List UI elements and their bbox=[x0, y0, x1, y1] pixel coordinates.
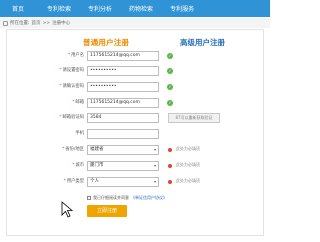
row-password: *请设置密码 •••••••••• ✓ bbox=[0, 66, 270, 76]
nav-home[interactable]: 首页 bbox=[12, 4, 24, 13]
check-icon: ✓ bbox=[167, 100, 173, 106]
phone-input[interactable] bbox=[87, 129, 159, 139]
row-phone: 手机 bbox=[0, 129, 270, 139]
tab-advanced-register[interactable]: 高级用户注册 bbox=[180, 37, 225, 48]
row-username: *用户名 1175615214@qq.com ✓ bbox=[0, 51, 270, 61]
province-label: *省份/地区 bbox=[62, 147, 84, 152]
check-icon: ✓ bbox=[167, 68, 173, 74]
chevron-down-icon: ▾ bbox=[153, 179, 156, 184]
user-type-select[interactable]: 个人 ▾ bbox=[87, 177, 159, 187]
check-icon: ✓ bbox=[167, 84, 173, 90]
check-icon: ✓ bbox=[167, 53, 173, 59]
breadcrumb-current: 注册中心 bbox=[52, 21, 71, 26]
top-nav: 首页 专利检索 专利分析 药物检索 专利服务 bbox=[0, 0, 270, 17]
row-city: *城市 厦门市 ▾ 此处为必填项 bbox=[0, 161, 270, 171]
register-page: 首页 专利检索 专利分析 药物检索 专利服务 所在位置: 首页 >> 注册中心 … bbox=[0, 0, 270, 242]
agree-checkbox[interactable] bbox=[87, 196, 91, 200]
password-confirm-input[interactable]: •••••••••• bbox=[87, 82, 159, 92]
required-dot-icon bbox=[168, 148, 172, 152]
password-confirm-label: *请确认密码 bbox=[59, 84, 84, 89]
province-note: 此处为必填项 bbox=[176, 146, 200, 151]
row-email: *邮箱 1175615214@qq.com ✓ bbox=[0, 98, 270, 108]
password-input[interactable]: •••••••••• bbox=[87, 66, 159, 76]
password-label: *请设置密码 bbox=[59, 68, 84, 73]
tab-normal-register[interactable]: 普通用户注册 bbox=[83, 37, 129, 48]
chevron-down-icon: ▾ bbox=[153, 147, 156, 152]
row-province: *省份/地区 福建省 ▾ 此处为必填项 bbox=[0, 145, 270, 155]
city-note: 此处为必填项 bbox=[176, 162, 200, 167]
email-input[interactable]: 1175615214@qq.com bbox=[87, 98, 159, 108]
nav-drug-search[interactable]: 药物检索 bbox=[129, 4, 153, 13]
agreement: 我已仔细阅读并同意 《单证信用户协议》 bbox=[87, 195, 167, 201]
row-email-code: *邮箱验证码 3584 87可以重新获取验证 bbox=[0, 113, 270, 123]
province-select[interactable]: 福建省 ▾ bbox=[87, 145, 159, 155]
city-select[interactable]: 厦门市 ▾ bbox=[87, 161, 159, 171]
breadcrumb: 所在位置: 首页 >> 注册中心 bbox=[0, 18, 270, 28]
get-code-button[interactable]: 87可以重新获取验证 bbox=[168, 113, 220, 123]
username-label: *用户名 bbox=[67, 53, 84, 58]
nav-patent-analysis[interactable]: 专利分析 bbox=[88, 4, 112, 13]
required-dot-icon bbox=[168, 164, 172, 168]
email-code-label: *邮箱验证码 bbox=[59, 115, 84, 120]
breadcrumb-prefix: 所在位置: bbox=[10, 21, 30, 26]
phone-label: 手机 bbox=[75, 131, 84, 136]
cursor-icon bbox=[61, 201, 74, 218]
register-button[interactable]: 立即注册 bbox=[87, 205, 127, 217]
agreement-link[interactable]: 《单证信用户协议》 bbox=[131, 195, 167, 201]
username-input[interactable]: 1175615214@qq.com bbox=[87, 51, 159, 61]
user-type-note: 此处为必填项 bbox=[176, 178, 200, 183]
city-label: *城市 bbox=[72, 163, 84, 168]
nav-patent-service[interactable]: 专利服务 bbox=[170, 4, 194, 13]
required-dot-icon bbox=[168, 180, 172, 184]
user-type-label: *用户类型 bbox=[63, 179, 84, 184]
breadcrumb-sep: >> bbox=[42, 20, 51, 26]
row-password-confirm: *请确认密码 •••••••••• ✓ bbox=[0, 82, 270, 92]
breadcrumb-home[interactable]: 首页 bbox=[32, 20, 41, 26]
email-code-input[interactable]: 3584 bbox=[87, 113, 159, 123]
row-user-type: *用户类型 个人 ▾ 此处为必填项 bbox=[0, 177, 270, 187]
agreement-text: 我已仔细阅读并同意 bbox=[93, 195, 129, 200]
chevron-down-icon: ▾ bbox=[153, 163, 156, 168]
nav-patent-search[interactable]: 专利检索 bbox=[47, 4, 71, 13]
home-icon bbox=[3, 20, 8, 26]
email-label: *邮箱 bbox=[72, 100, 84, 105]
